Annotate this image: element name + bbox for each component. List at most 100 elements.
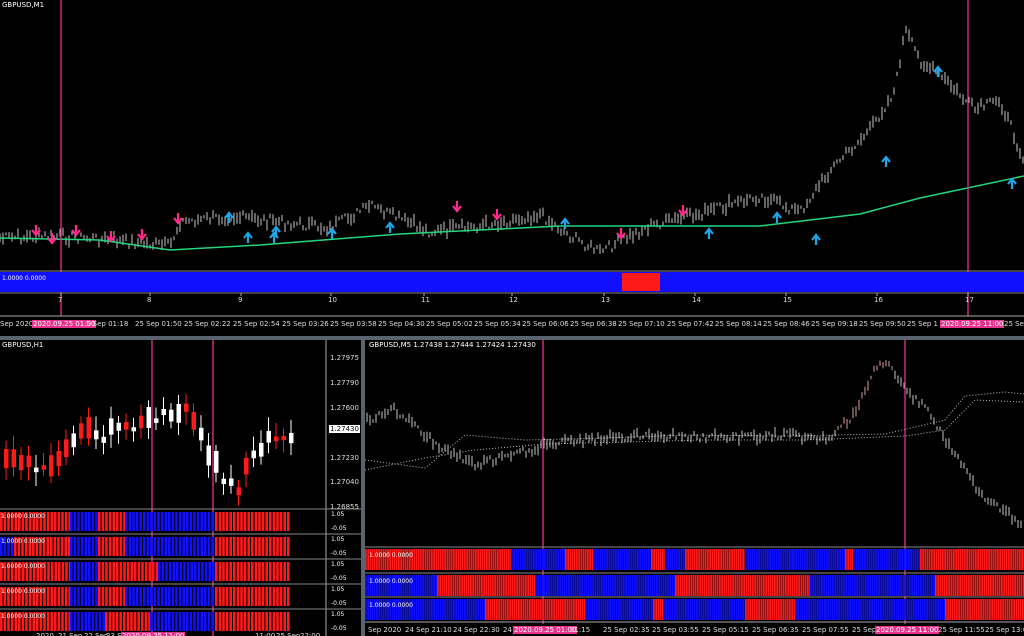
indicator-bar (796, 575, 798, 596)
indicator-bar (598, 599, 600, 620)
indicator-bar (456, 575, 459, 596)
indicator-bar (413, 599, 416, 620)
indicator-bar (778, 599, 780, 620)
indicator-bar (108, 537, 112, 556)
indicator-bar (70, 612, 73, 631)
indicator-bar (865, 575, 867, 596)
indicator-bar (1001, 549, 1004, 570)
indicator-bar (648, 599, 651, 620)
indicator-bar (108, 562, 112, 581)
indicator-bar (474, 575, 477, 596)
indicator-bar (54, 612, 57, 631)
bull-candle (116, 422, 121, 431)
indicator-bar (243, 612, 247, 631)
cloud-dotted-line (365, 391, 1024, 469)
indicator-bar (773, 599, 776, 620)
indicator-bar (977, 549, 979, 570)
indicator-bar (810, 549, 813, 570)
indicator-bar (258, 562, 261, 581)
indicator-bar (46, 587, 50, 606)
indicator-bar (494, 549, 497, 570)
indicator-bar (983, 575, 986, 596)
indicator-bar (655, 549, 658, 570)
indicator-bar (287, 512, 290, 531)
indicator-bar (84, 562, 87, 581)
indicator-bar (240, 537, 243, 556)
indicator-bar (243, 562, 247, 581)
indicator-bar (196, 587, 200, 606)
indicator-bar (982, 599, 985, 620)
indicator-bar (98, 537, 101, 556)
indicator-bar (839, 549, 841, 570)
indicator-bar (643, 549, 646, 570)
indicator-bar (453, 599, 455, 620)
bear-candle (139, 415, 144, 429)
indicator-bar (496, 599, 498, 620)
m5-chart-pane[interactable]: GBPUSD,M5 1.27438 1.27444 1.27424 1.2743… (365, 340, 1024, 636)
time-label: 21 Sep (58, 632, 83, 636)
indicator-bar (171, 612, 175, 631)
indicator-bar (413, 575, 416, 596)
indicator-bar (760, 575, 763, 596)
indicator-bar (663, 599, 665, 620)
indicator-bar (630, 549, 633, 570)
indicator-bar (189, 612, 193, 631)
indicator-bar (889, 575, 891, 596)
indicator-bar (599, 549, 602, 570)
indicator-bar (849, 575, 852, 596)
indicator-bar (986, 599, 989, 620)
indicator-bar (119, 562, 123, 581)
indicator-bar (711, 549, 714, 570)
indicator-bar (189, 587, 193, 606)
indicator-bar (576, 575, 579, 596)
indicator-bar (424, 575, 427, 596)
indicator-bar (782, 599, 785, 620)
indicator-bar (760, 599, 763, 620)
indicator-bar (139, 537, 142, 556)
time-label: 25 Sep 02:54 (233, 320, 280, 328)
indicator-bar (581, 575, 583, 596)
indicator-bar (893, 575, 896, 596)
indicator-bar (98, 512, 101, 531)
indicator-bar (477, 599, 479, 620)
indicator-bar (797, 549, 800, 570)
indicator-bar (747, 549, 749, 570)
indicator-bar (186, 612, 189, 631)
indicator-bar (128, 512, 132, 531)
indicator-bar (893, 599, 895, 620)
indicator-bar (135, 587, 139, 606)
indicator-bar (699, 575, 701, 596)
indicator-bar (1006, 599, 1009, 620)
bull-candle (176, 403, 181, 423)
indicator-bar (942, 549, 944, 570)
indicator-bar (687, 599, 689, 620)
indicator-bar (606, 549, 608, 570)
bull-candle (251, 450, 256, 459)
indicator-bar (800, 575, 803, 596)
indicator-bar (492, 549, 495, 570)
indicator-bar (587, 575, 590, 596)
indicator-bar (609, 599, 611, 620)
indicator-bar (862, 599, 865, 620)
m1-chart-pane[interactable]: GBPUSD,M1 1.0000 0.0000 7 8 9 10 11 12 13 14 15 1… (0, 0, 1024, 336)
indicator-bar (785, 575, 787, 596)
time-label: 5 Sep 01:18 (86, 320, 129, 328)
indicator-bar (171, 512, 175, 531)
indicator-bar (483, 575, 485, 596)
indicator-bar (742, 549, 744, 570)
indicator-bar (258, 587, 261, 606)
indicator-bar (888, 599, 891, 620)
indicator-bar (287, 587, 290, 606)
indicator-bar (915, 575, 918, 596)
indicator-bar (904, 599, 906, 620)
indicator-bar (897, 549, 899, 570)
indicator-bar (475, 549, 477, 570)
indicator-bar (649, 575, 652, 596)
indicator-bar (505, 575, 507, 596)
indicator-bar (279, 587, 283, 606)
indicator-bar (283, 562, 286, 581)
indicator-bar (130, 562, 133, 581)
h1-chart-pane[interactable]: GBPUSD,H1 1.27975 1.27790 1.27600 1.27230 1.… (0, 340, 361, 636)
indicator-bar (880, 599, 882, 620)
indicator-bar (799, 599, 802, 620)
